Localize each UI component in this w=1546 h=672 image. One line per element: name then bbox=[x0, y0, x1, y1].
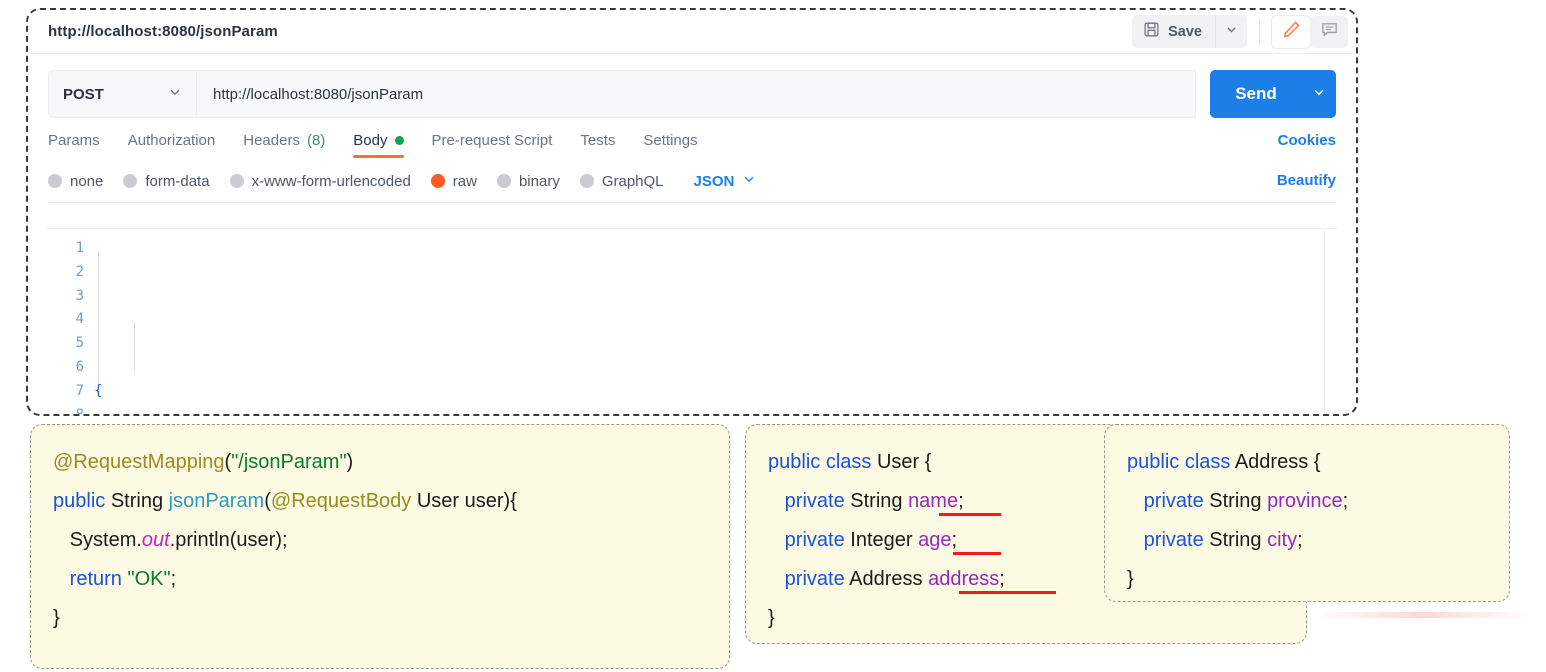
editor-scrollbar[interactable] bbox=[1324, 229, 1338, 414]
code-line: @RequestMapping("/jsonParam") bbox=[53, 451, 354, 473]
editor-content[interactable]: { ····"name":"Tom", ····"age":10, ····"a… bbox=[94, 229, 1324, 414]
body-modified-dot-icon bbox=[394, 136, 404, 145]
tab-label: Pre-request Script bbox=[431, 132, 553, 149]
body-type-label: binary bbox=[518, 172, 560, 190]
address-class-code: public class Address { private String pr… bbox=[1105, 425, 1509, 617]
toolbar-divider bbox=[1259, 18, 1260, 45]
code-line: public class Address { bbox=[1127, 451, 1321, 473]
tab-label: Params bbox=[48, 132, 100, 149]
radio-selected-icon bbox=[430, 174, 445, 188]
page-title: http://localhost:8080/jsonParam bbox=[48, 23, 278, 40]
comment-icon bbox=[1320, 20, 1339, 44]
request-url-row: POST http://localhost:8080/jsonParam Sen… bbox=[48, 70, 1336, 118]
chevron-down-icon bbox=[1312, 85, 1326, 104]
code-line: private String city; bbox=[1143, 529, 1303, 551]
save-button-group: Save bbox=[1132, 15, 1247, 48]
annotation-underline-address bbox=[959, 591, 1056, 594]
body-type-label: form-data bbox=[145, 172, 210, 190]
body-format-select[interactable]: JSON bbox=[694, 172, 757, 190]
line-number: 3 bbox=[75, 287, 84, 304]
title-bar-actions: Save bbox=[1132, 15, 1348, 48]
body-format-value: JSON bbox=[693, 172, 735, 190]
body-type-label: raw bbox=[452, 172, 477, 190]
annotation-underline-age bbox=[953, 552, 1001, 555]
body-type-raw[interactable]: raw bbox=[430, 172, 477, 190]
radio-icon bbox=[496, 174, 511, 188]
body-type-label: none bbox=[70, 172, 104, 190]
code-line: public String jsonParam(@RequestBody Use… bbox=[53, 490, 517, 512]
tab-label: Tests bbox=[580, 132, 616, 149]
code-line: private String province; bbox=[1143, 490, 1349, 512]
tab-label: Body bbox=[353, 132, 388, 149]
body-type-binary[interactable]: binary bbox=[496, 172, 560, 190]
tab-authorization[interactable]: Authorization bbox=[128, 132, 216, 158]
save-dropdown-button[interactable] bbox=[1215, 15, 1247, 48]
indent-guide bbox=[134, 322, 135, 370]
indent-guide bbox=[98, 251, 99, 395]
line-number: 7 bbox=[75, 382, 84, 399]
radio-icon bbox=[579, 174, 594, 188]
cookies-link[interactable]: Cookies bbox=[1278, 132, 1336, 149]
tab-headers-count: (8) bbox=[306, 132, 326, 149]
body-type-graphql[interactable]: GraphQL bbox=[579, 172, 664, 190]
tab-params[interactable]: Params bbox=[48, 132, 100, 158]
note-controller-code: @RequestMapping("/jsonParam") public Stri… bbox=[30, 424, 730, 669]
send-dropdown-button[interactable] bbox=[1302, 70, 1336, 118]
body-type-form-data[interactable]: form-data bbox=[123, 172, 210, 190]
radio-icon bbox=[48, 174, 62, 188]
annotation-underline-name bbox=[939, 513, 1001, 516]
tab-body[interactable]: Body bbox=[353, 132, 404, 158]
save-button-label: Save bbox=[1168, 23, 1202, 40]
pencil-icon bbox=[1282, 20, 1301, 44]
json-body-editor[interactable]: 1 2 3 4 5 6 7 8 { ····"name":"Tom", ····… bbox=[46, 228, 1338, 414]
save-button[interactable]: Save bbox=[1132, 15, 1215, 48]
chevron-down-icon bbox=[168, 85, 182, 103]
http-method-value: POST bbox=[63, 85, 104, 103]
line-number: 4 bbox=[75, 311, 84, 328]
line-number: 8 bbox=[75, 406, 84, 416]
code-line: return "OK"; bbox=[69, 568, 177, 590]
body-type-row: none form-data x-www-form-urlencoded raw… bbox=[48, 172, 1336, 203]
tab-settings[interactable]: Settings bbox=[643, 132, 697, 158]
code-line: } bbox=[53, 607, 60, 629]
request-url-value: http://localhost:8080/jsonParam bbox=[213, 85, 424, 103]
body-type-label: x-www-form-urlencoded bbox=[251, 172, 411, 190]
chevron-down-icon bbox=[742, 172, 756, 190]
line-number: 1 bbox=[75, 240, 84, 256]
postman-request-panel: http://localhost:8080/jsonParam Save POS… bbox=[26, 8, 1358, 416]
body-type-none[interactable]: none bbox=[48, 173, 103, 190]
body-type-label: GraphQL bbox=[601, 172, 664, 190]
tab-label: Settings bbox=[643, 132, 698, 149]
code-line: System.out.println(user); bbox=[53, 529, 288, 551]
request-tabs: Params Authorization Headers (8) Body Pr… bbox=[48, 132, 1336, 158]
edit-request-button[interactable] bbox=[1272, 15, 1310, 48]
floppy-disk-icon bbox=[1143, 21, 1160, 42]
http-method-select[interactable]: POST bbox=[48, 70, 196, 118]
send-button-group: Send bbox=[1210, 70, 1336, 118]
beautify-link[interactable]: Beautify bbox=[1277, 172, 1336, 189]
editor-line-numbers: 1 2 3 4 5 6 7 8 bbox=[46, 229, 94, 414]
screenshot-root: http://localhost:8080/jsonParam Save POS… bbox=[0, 0, 1546, 672]
code-line: } bbox=[1127, 568, 1134, 590]
controller-code: @RequestMapping("/jsonParam") public Stri… bbox=[31, 425, 729, 656]
page-edge-artifact bbox=[1315, 612, 1530, 618]
tab-pre-request-script[interactable]: Pre-request Script bbox=[432, 132, 553, 158]
radio-icon bbox=[229, 174, 244, 188]
radio-icon bbox=[123, 174, 138, 188]
line-number: 6 bbox=[75, 358, 84, 375]
tab-tests[interactable]: Tests bbox=[580, 132, 615, 158]
tab-headers[interactable]: Headers (8) bbox=[243, 132, 325, 158]
code-line: { bbox=[94, 382, 103, 399]
send-button[interactable]: Send bbox=[1210, 70, 1302, 118]
request-title-bar: http://localhost:8080/jsonParam Save bbox=[28, 10, 1356, 54]
tab-label: Authorization bbox=[127, 132, 216, 149]
tab-label: Headers bbox=[243, 132, 300, 149]
line-number: 2 bbox=[75, 263, 84, 280]
chevron-down-icon bbox=[1225, 23, 1238, 41]
note-address-class-code: public class Address { private String pr… bbox=[1104, 424, 1510, 602]
body-type-x-www-form-urlencoded[interactable]: x-www-form-urlencoded bbox=[229, 172, 411, 190]
request-url-input[interactable]: http://localhost:8080/jsonParam bbox=[196, 70, 1196, 118]
comment-button[interactable] bbox=[1310, 15, 1348, 48]
line-number: 5 bbox=[75, 335, 84, 352]
